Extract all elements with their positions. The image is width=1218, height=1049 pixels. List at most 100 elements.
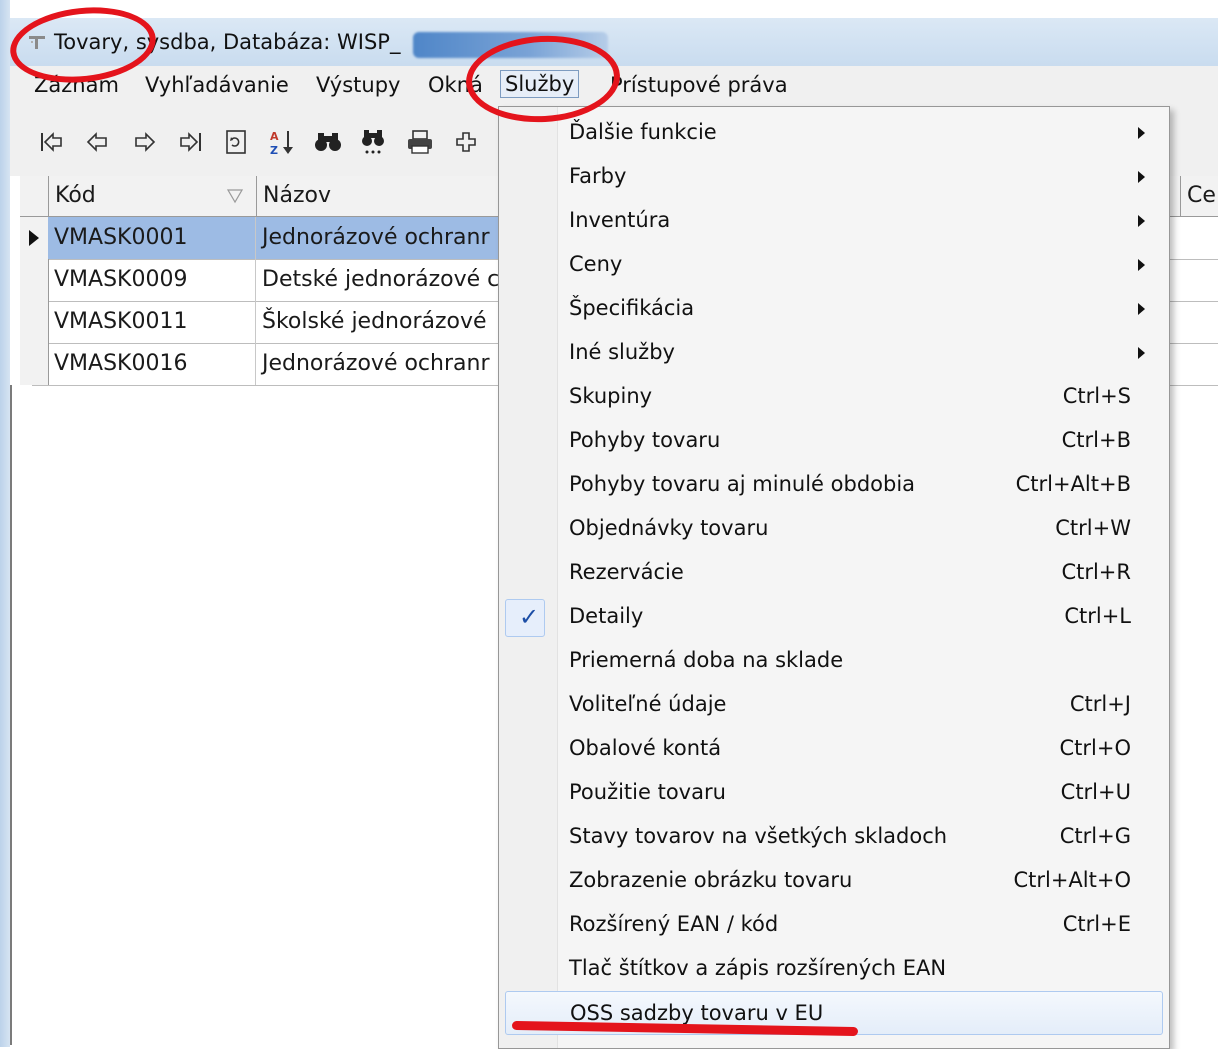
cell-nazov: Školské jednorázové [256,301,520,343]
submenu-arrow-icon [1138,215,1145,227]
cell-kod: VMASK0016 [48,343,256,385]
menu-item-specifikacia[interactable]: Špecifikácia [499,287,1169,331]
submenu-arrow-icon [1138,127,1145,139]
menu-item-rozsireny-ean[interactable]: Rozšírený EAN / kód Ctrl+E [499,903,1169,947]
prev-record-icon[interactable] [82,126,114,158]
menu-item-dalsie-funkcie[interactable]: Ďalšie funkcie [499,111,1169,155]
app-icon [29,36,45,49]
row-indicator [20,343,49,385]
refresh-icon[interactable] [220,126,252,158]
menu-item-shortcut: Ctrl+O [1059,736,1132,760]
submenu-arrow-icon [1138,259,1145,271]
menu-item-label: Rezervácie [569,560,684,584]
current-row-arrow-icon [29,230,39,246]
add-icon[interactable] [450,126,482,158]
menu-item-objednavky-tovaru[interactable]: Objednávky tovaru Ctrl+W [499,507,1169,551]
menu-item-shortcut: Ctrl+B [1061,428,1131,452]
find-next-icon[interactable] [358,126,390,158]
menu-item-shortcut: Ctrl+L [1064,604,1131,628]
menu-bar: Záznam Vyhľadávanie Výstupy Okná Služby … [10,66,1218,106]
row-indicator [20,301,49,343]
menu-item-label: Detaily [569,604,644,628]
window-title: Tovary, sysdba, Databáza: WISP_ [54,30,401,54]
menu-item-inventura[interactable]: Inventúra [499,199,1169,243]
menu-item-shortcut: Ctrl+R [1061,560,1131,584]
menu-item-shortcut: Ctrl+Alt+O [1013,868,1131,892]
menu-sluzby[interactable]: Služby [500,70,580,98]
menu-item-label: Rozšírený EAN / kód [569,912,779,936]
column-label-ce: Ce [1187,183,1216,208]
menu-item-obalove-konta[interactable]: Obalové kontá Ctrl+O [499,727,1169,771]
column-header-ce[interactable]: Ce [1180,176,1218,216]
menu-item-label: Inventúra [569,208,671,232]
redacted-area [413,32,608,58]
column-label-kod: Kód [55,183,96,208]
grid-left-border [10,385,32,1045]
last-record-icon[interactable] [174,126,206,158]
menu-item-shortcut: Ctrl+J [1069,692,1131,716]
menu-item-stavy-tovarov[interactable]: Stavy tovarov na všetkých skladoch Ctrl+… [499,815,1169,859]
svg-text:Z: Z [270,144,278,156]
menu-item-label: Objednávky tovaru [569,516,769,540]
cell-kod: VMASK0011 [48,301,256,343]
svg-text:A: A [270,130,279,143]
checkmark-icon: ✓ [519,603,540,631]
menu-item-pohyby-tovaru[interactable]: Pohyby tovaru Ctrl+B [499,419,1169,463]
menu-item-label: Ceny [569,252,623,276]
menu-item-label: Zobrazenie obrázku tovaru [569,868,853,892]
menu-vyhladavanie[interactable]: Vyhľadávanie [141,72,293,98]
menu-item-pouzitie-tovaru[interactable]: Použitie tovaru Ctrl+U [499,771,1169,815]
menu-zaznam[interactable]: Záznam [30,72,123,98]
sort-az-icon[interactable]: AZ [266,126,298,158]
checked-state-box: ✓ [505,599,545,637]
menu-item-shortcut: Ctrl+E [1062,912,1131,936]
menu-item-pohyby-minule-obdobia[interactable]: Pohyby tovaru aj minulé obdobia Ctrl+Alt… [499,463,1169,507]
menu-item-shortcut: Ctrl+U [1060,780,1131,804]
cell-nazov: Jednorázové ochranr [256,343,520,385]
menu-item-label: Skupiny [569,384,653,408]
column-header-kod[interactable]: Kód [48,176,256,216]
menu-item-label: Použitie tovaru [569,780,726,804]
title-bar: Tovary, sysdba, Databáza: WISP_ [10,18,1218,66]
menu-item-label: Stavy tovarov na všetkých skladoch [569,824,948,848]
first-record-icon[interactable] [36,126,68,158]
menu-item-label: Tlač štítkov a zápis rozšírených EAN [569,956,947,980]
submenu-arrow-icon [1138,171,1145,183]
menu-item-shortcut: Ctrl+G [1059,824,1131,848]
column-label-nazov: Názov [263,183,331,208]
menu-pristupove-prava[interactable]: Prístupové práva [606,72,792,98]
next-record-icon[interactable] [128,126,160,158]
cell-kod: VMASK0001 [48,217,256,259]
sort-filter-icon[interactable] [227,188,243,204]
menu-item-label: Pohyby tovaru aj minulé obdobia [569,472,916,496]
menu-item-shortcut: Ctrl+W [1055,516,1131,540]
row-indicator [20,217,49,259]
menu-item-skupiny[interactable]: Skupiny Ctrl+S [499,375,1169,419]
find-icon[interactable] [312,126,344,158]
menu-item-label: OSS sadzby tovaru v EU [570,1001,824,1025]
cell-nazov: Detské jednorázové c [256,259,520,301]
row-indicator [20,259,49,301]
submenu-arrow-icon [1138,303,1145,315]
menu-item-tlac-stitkov[interactable]: Tlač štítkov a zápis rozšírených EAN [499,947,1169,991]
menu-item-volitelne-udaje[interactable]: Voliteľné údaje Ctrl+J [499,683,1169,727]
menu-item-shortcut: Ctrl+Alt+B [1015,472,1131,496]
menu-item-zobrazenie-obrazku[interactable]: Zobrazenie obrázku tovaru Ctrl+Alt+O [499,859,1169,903]
menu-item-farby[interactable]: Farby [499,155,1169,199]
menu-item-priemerna-doba[interactable]: Priemerná doba na sklade [499,639,1169,683]
submenu-arrow-icon [1138,347,1145,359]
cell-kod: VMASK0009 [48,259,256,301]
menu-item-label: Farby [569,164,627,188]
menu-item-label: Pohyby tovaru [569,428,721,452]
menu-item-label: Iné služby [569,340,675,364]
menu-item-label: Obalové kontá [569,736,722,760]
menu-vystupy[interactable]: Výstupy [312,72,404,98]
menu-item-ine-sluzby[interactable]: Iné služby [499,331,1169,375]
menu-item-shortcut: Ctrl+S [1062,384,1131,408]
menu-item-ceny[interactable]: Ceny [499,243,1169,287]
menu-okna[interactable]: Okná [424,72,487,98]
menu-item-rezervacie[interactable]: Rezervácie Ctrl+R [499,551,1169,595]
cell-nazov: Jednorázové ochranr [256,217,520,259]
print-icon[interactable] [404,126,436,158]
menu-item-detaily[interactable]: ✓ Detaily Ctrl+L [499,595,1169,639]
